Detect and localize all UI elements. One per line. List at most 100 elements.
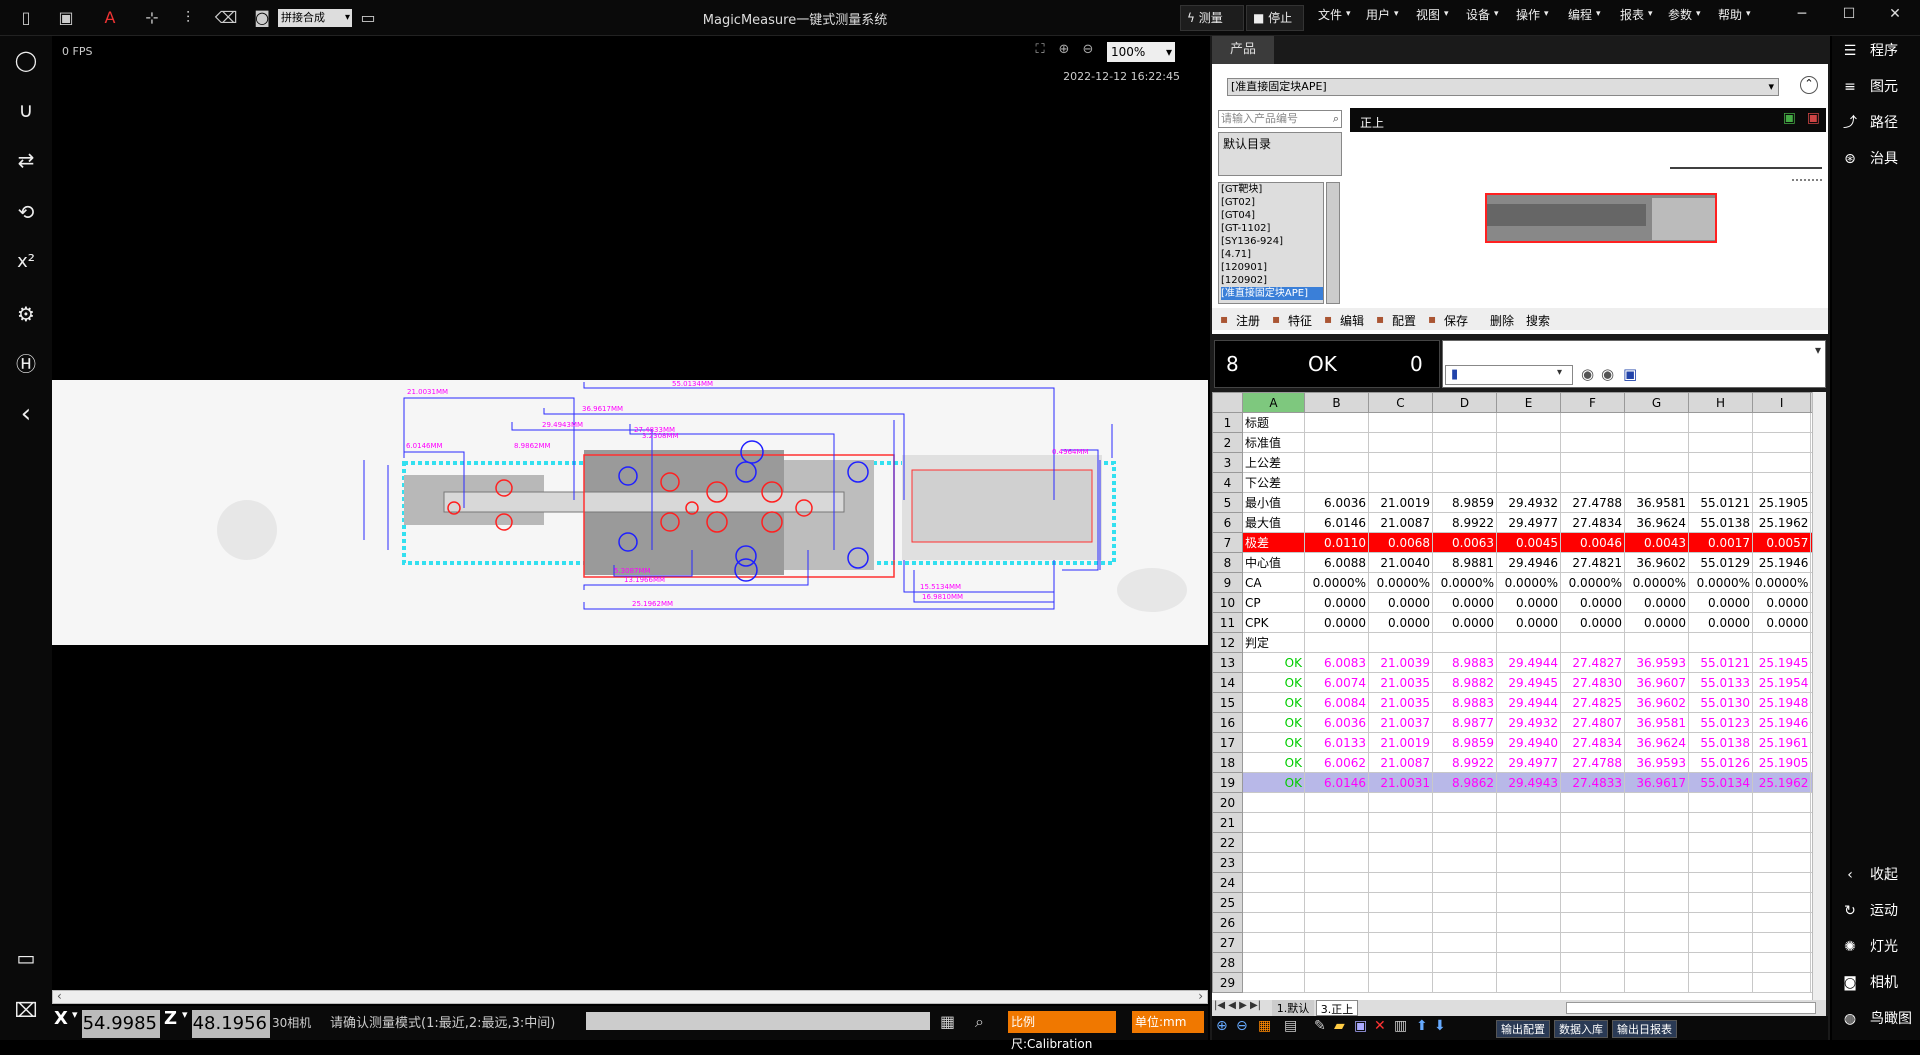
settings-icon[interactable]: ⚙ bbox=[12, 300, 40, 328]
table-cell[interactable] bbox=[1688, 912, 1753, 933]
unit-select[interactable]: 单位:mm bbox=[1132, 1011, 1204, 1033]
row-header[interactable]: 10 bbox=[1212, 592, 1243, 613]
column-header[interactable]: G bbox=[1624, 392, 1689, 413]
table-cell[interactable] bbox=[1560, 972, 1625, 993]
table-cell[interactable]: 25.1948 bbox=[1751, 692, 1812, 713]
table-cell[interactable] bbox=[1432, 412, 1497, 433]
table-cell[interactable] bbox=[1432, 912, 1497, 933]
table-cell[interactable]: 8.9883 bbox=[1432, 652, 1497, 673]
table-cell[interactable] bbox=[1368, 972, 1433, 993]
table-cell[interactable]: 0.0063 bbox=[1432, 532, 1497, 553]
product-tool-2[interactable]: 编辑 bbox=[1340, 312, 1364, 329]
table-cell[interactable] bbox=[1496, 452, 1561, 473]
table-cell[interactable]: 29.4932 bbox=[1496, 492, 1561, 513]
table-cell[interactable] bbox=[1432, 632, 1497, 653]
table-cell[interactable]: 0.0000 bbox=[1368, 592, 1433, 613]
table-cell[interactable] bbox=[1751, 632, 1812, 653]
table-cell[interactable] bbox=[1688, 832, 1753, 853]
maximize-icon[interactable]: ☐ bbox=[1834, 6, 1864, 22]
measurement-image[interactable]: 55.0134MM 36.9617MM 21.0031MM 29.4943MM 27.4… bbox=[52, 380, 1208, 645]
output-config-button[interactable]: 输出配置 bbox=[1496, 1020, 1550, 1038]
table-cell[interactable] bbox=[1624, 632, 1689, 653]
table-cell[interactable]: 6.0083 bbox=[1304, 652, 1369, 673]
table-cell[interactable]: 0.0000% bbox=[1624, 572, 1689, 593]
table-cell[interactable]: 27.4827 bbox=[1560, 652, 1625, 673]
table-cell[interactable] bbox=[1496, 832, 1561, 853]
table-cell[interactable] bbox=[1624, 832, 1689, 853]
table-cell[interactable]: 0.0017 bbox=[1688, 532, 1753, 553]
sidebar-item-1[interactable]: ≡ 图元 bbox=[1838, 76, 1920, 100]
row-header[interactable]: 9 bbox=[1212, 572, 1243, 593]
table-cell[interactable]: 0.0000 bbox=[1688, 592, 1753, 613]
x-axis-menu-icon[interactable]: ▾ bbox=[72, 1008, 78, 1021]
table-cell[interactable]: 8.9859 bbox=[1432, 492, 1497, 513]
table-cell[interactable] bbox=[1432, 972, 1497, 993]
table-cell[interactable] bbox=[1751, 912, 1812, 933]
table-cell[interactable] bbox=[1560, 952, 1625, 973]
product-list-item[interactable]: [4.71] bbox=[1221, 248, 1323, 261]
table-cell[interactable] bbox=[1560, 872, 1625, 893]
table-cell[interactable]: 最小值 bbox=[1242, 492, 1305, 513]
table-cell[interactable] bbox=[1368, 832, 1433, 853]
table-cell[interactable]: 36.9593 bbox=[1624, 652, 1689, 673]
table-cell[interactable]: 29.4946 bbox=[1496, 552, 1561, 573]
table-cell[interactable]: 6.0036 bbox=[1304, 712, 1369, 733]
table-cell[interactable]: 标题 bbox=[1242, 412, 1305, 433]
table-cell[interactable] bbox=[1560, 932, 1625, 953]
menu-item-3[interactable]: 设备 bbox=[1466, 6, 1490, 23]
table-cell[interactable] bbox=[1432, 852, 1497, 873]
table-cell[interactable]: 55.0130 bbox=[1688, 692, 1753, 713]
column-header[interactable]: I bbox=[1751, 392, 1812, 413]
book-icon[interactable]: ▮ bbox=[1451, 367, 1458, 382]
table-cell[interactable]: 36.9624 bbox=[1624, 512, 1689, 533]
sidebar-bottom-item-3[interactable]: ◙ 相机 bbox=[1838, 972, 1920, 996]
table-cell[interactable]: 8.9859 bbox=[1432, 732, 1497, 753]
row-header[interactable]: 12 bbox=[1212, 632, 1243, 653]
row-header[interactable]: 29 bbox=[1212, 972, 1243, 993]
table-cell[interactable]: 27.4825 bbox=[1560, 692, 1625, 713]
table-cell[interactable] bbox=[1751, 952, 1812, 973]
table-cell[interactable]: 21.0087 bbox=[1368, 752, 1433, 773]
product-list-item[interactable]: [GT02] bbox=[1221, 196, 1323, 209]
result-combo[interactable]: ▾ ▮ ▾ ◉ ◉ ▣ bbox=[1442, 340, 1826, 388]
product-tool-4[interactable]: 保存 bbox=[1444, 312, 1468, 329]
calendar-icon[interactable]: ▦ bbox=[940, 1012, 955, 1031]
sidebar-bottom-item-1[interactable]: ↻ 运动 bbox=[1838, 900, 1920, 924]
table-cell[interactable] bbox=[1368, 812, 1433, 833]
product-tool-6[interactable]: 搜索 bbox=[1526, 312, 1550, 329]
table-cell[interactable]: 0.0000% bbox=[1496, 572, 1561, 593]
table-cell[interactable]: 36.9617 bbox=[1624, 772, 1689, 793]
table-cell[interactable] bbox=[1624, 412, 1689, 433]
table-cell[interactable] bbox=[1304, 972, 1369, 993]
table-cell[interactable]: 0.0000 bbox=[1432, 592, 1497, 613]
table-cell[interactable]: 0.0000 bbox=[1368, 612, 1433, 633]
product-tool-3[interactable]: 配置 bbox=[1392, 312, 1416, 329]
table-cell[interactable]: 25.1962 bbox=[1751, 772, 1812, 793]
column-header[interactable]: B bbox=[1304, 392, 1369, 413]
product-list[interactable]: [GT靶块] [GT02] [GT04] [GT-1102] [SY136-924] [4… bbox=[1218, 182, 1324, 304]
table-cell[interactable] bbox=[1751, 432, 1812, 453]
row-header[interactable]: 19 bbox=[1212, 772, 1243, 793]
collapse-left-icon[interactable]: ‹ bbox=[12, 400, 40, 428]
corner-cell[interactable] bbox=[1212, 392, 1243, 413]
scale-select[interactable]: 比例尺:Calibration bbox=[1008, 1011, 1116, 1051]
data-spreadsheet[interactable]: A B C D E F G H I 1 标题 2 标准值 3 上公差 4 下公差 5 最小值 6.0036 21.001… bbox=[1212, 392, 1826, 1000]
product-select[interactable]: [准直接固定块APE] ▾ bbox=[1227, 78, 1779, 96]
sheet-tab-default[interactable]: 1.默认 bbox=[1272, 1000, 1314, 1016]
measure-button[interactable]: ϟ 测量 bbox=[1180, 5, 1244, 31]
sheet-vscrollbar[interactable] bbox=[1812, 392, 1826, 1000]
table-cell[interactable] bbox=[1751, 892, 1812, 913]
product-list-item[interactable]: [GT-1102] bbox=[1221, 222, 1323, 235]
table-cell[interactable] bbox=[1496, 632, 1561, 653]
table-cell[interactable]: 55.0129 bbox=[1688, 552, 1753, 573]
table-cell[interactable] bbox=[1432, 892, 1497, 913]
table-cell[interactable]: 0.0045 bbox=[1496, 532, 1561, 553]
table-cell[interactable] bbox=[1751, 852, 1812, 873]
sidebar-item-0[interactable]: ☰ 程序 bbox=[1838, 40, 1920, 64]
table-cell[interactable]: 6.0088 bbox=[1304, 552, 1369, 573]
table-cell[interactable]: 8.9883 bbox=[1432, 692, 1497, 713]
table-cell[interactable]: 55.0121 bbox=[1688, 652, 1753, 673]
table-cell[interactable] bbox=[1432, 432, 1497, 453]
table-cell[interactable]: 6.0133 bbox=[1304, 732, 1369, 753]
table-cell[interactable]: 29.4945 bbox=[1496, 672, 1561, 693]
